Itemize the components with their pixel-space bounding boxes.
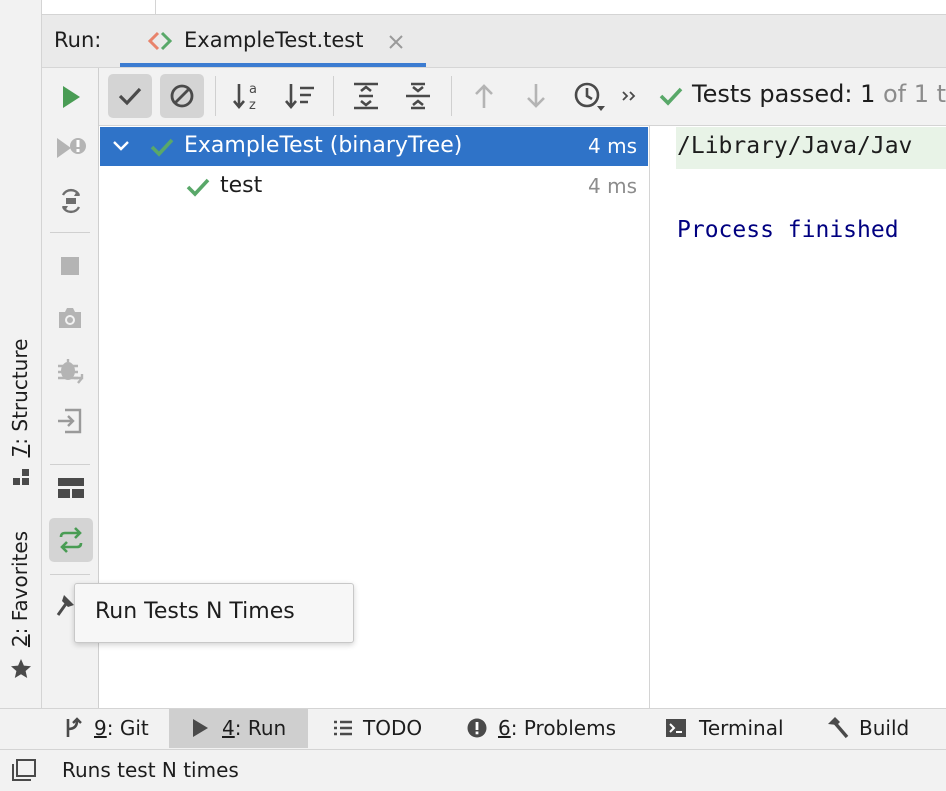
tree-row-name: ExampleTest (binaryTree): [184, 133, 463, 158]
test-history-icon[interactable]: [570, 79, 608, 115]
tree-row-duration: 4 ms: [588, 174, 637, 198]
console-process-finished-line: Process finished: [677, 217, 899, 243]
structure-icon: [10, 466, 32, 488]
repeat-icon: [59, 527, 83, 553]
layout-icon[interactable]: [55, 474, 87, 502]
passed-icon: [184, 174, 212, 200]
toolbar-separator: [333, 76, 334, 116]
previous-failed-test-icon[interactable]: [468, 79, 500, 113]
run-icon: [190, 716, 210, 740]
todo-tool-button[interactable]: TODO: [332, 708, 422, 748]
passed-icon: [148, 134, 176, 160]
ignored-icon: [170, 84, 194, 108]
collapse-all-icon[interactable]: [400, 79, 436, 113]
terminal-icon: [664, 716, 688, 740]
editor-tab-strip: [42, 0, 946, 15]
toolbar-separator: [215, 76, 216, 116]
sort-by-duration-icon[interactable]: [282, 79, 318, 113]
svg-text:a: a: [249, 82, 257, 97]
sort-alphabetically-icon[interactable]: az: [230, 79, 266, 113]
show-ignored-button[interactable]: [160, 74, 204, 118]
next-failed-test-icon[interactable]: [520, 79, 552, 113]
toggle-auto-test-icon[interactable]: [55, 185, 87, 217]
git-tool-button[interactable]: 9: Git: [62, 708, 149, 748]
chevron-down-icon[interactable]: [110, 135, 132, 157]
tree-row-duration: 4 ms: [588, 134, 637, 158]
structure-tool-button[interactable]: 7: Structure: [8, 339, 32, 458]
terminal-tool-button[interactable]: Terminal: [664, 708, 784, 748]
stop-icon[interactable]: [57, 253, 83, 279]
toggle-tool-windows-icon[interactable]: [10, 757, 38, 783]
more-actions-chevron-icon[interactable]: [618, 84, 642, 108]
tree-row-name: test: [220, 173, 263, 198]
rerun-failed-tests-icon[interactable]: [54, 133, 88, 163]
run-tool-button[interactable]: 4: Run: [190, 708, 286, 748]
status-text: Runs test N times: [62, 758, 239, 782]
expand-all-icon[interactable]: [348, 79, 384, 113]
toolbar-separator: [50, 232, 90, 233]
editor-tab-divider: [155, 0, 156, 14]
build-tool-button[interactable]: Build: [824, 708, 909, 748]
tooltip-text: Run Tests N Times: [95, 599, 295, 624]
checkmark-icon: [118, 87, 142, 106]
star-icon: [8, 656, 34, 682]
console-command-line: /Library/Java/Jav: [677, 133, 913, 159]
toolbar-separator: [50, 574, 90, 575]
tests-passed-check-icon: [656, 83, 686, 109]
left-tool-window-stripe: 7: Structure 2: Favorites: [0, 0, 42, 708]
git-branch-icon: [62, 716, 84, 740]
hammer-icon: [824, 715, 850, 741]
svg-text:z: z: [249, 98, 256, 112]
warning-icon: [466, 716, 488, 740]
active-tab-indicator: [120, 63, 426, 67]
test-configuration-icon: [146, 29, 174, 53]
tests-passed-summary: Tests passed: 1 of 1 t: [692, 80, 946, 108]
favorites-tool-button[interactable]: 2: Favorites: [8, 531, 32, 647]
toolbar-separator: [50, 464, 90, 465]
console-output[interactable]: [650, 126, 946, 708]
debug-restart-icon[interactable]: [55, 355, 87, 387]
import-tests-icon[interactable]: [55, 406, 85, 436]
list-icon: [332, 716, 354, 740]
camera-icon[interactable]: [55, 304, 85, 332]
run-panel-label: Run:: [54, 28, 102, 52]
close-tab-icon[interactable]: [385, 31, 407, 53]
run-tab-title: ExampleTest.test: [184, 28, 364, 52]
run-tests-n-times-button[interactable]: [49, 518, 93, 562]
tree-row-test[interactable]: [100, 167, 648, 206]
problems-tool-button[interactable]: 6: Problems: [466, 708, 616, 748]
toolbar-separator: [451, 76, 452, 116]
show-passed-button[interactable]: [108, 74, 152, 118]
rerun-icon[interactable]: [56, 82, 86, 112]
